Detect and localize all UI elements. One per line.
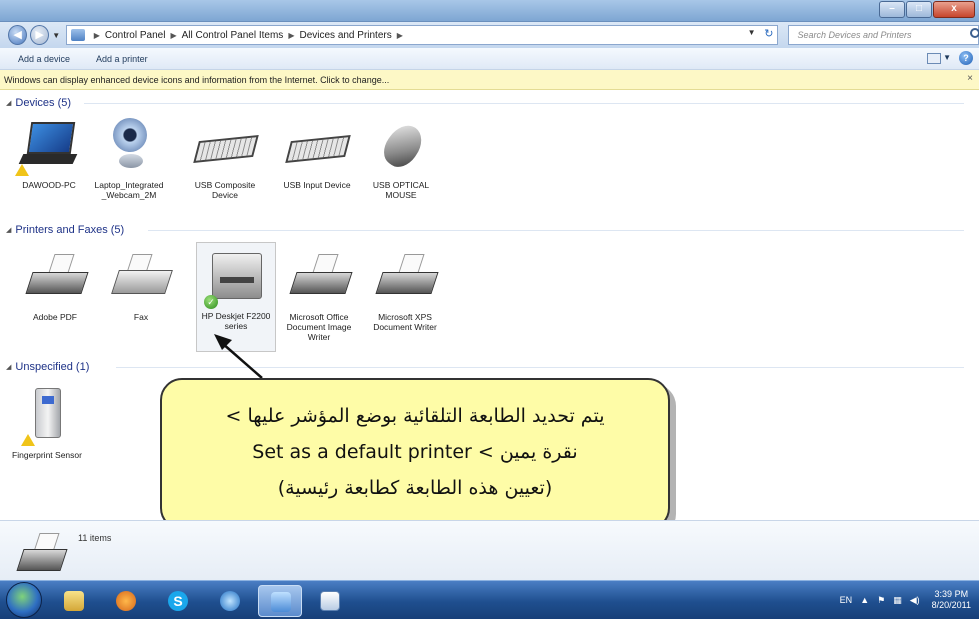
taskbar-control-panel[interactable] [258, 585, 302, 617]
search-icon[interactable] [969, 28, 979, 38]
device-item[interactable]: DAWOOD-PC [14, 116, 84, 190]
printer-icon [16, 533, 68, 573]
add-device-button[interactable]: Add a device [18, 54, 70, 64]
device-item[interactable]: USB Input Device [282, 116, 352, 190]
volume-icon[interactable]: ◀) [910, 595, 920, 606]
control-panel-icon [271, 592, 291, 612]
printer-icon [21, 248, 89, 310]
minimize-button[interactable]: – [879, 1, 905, 18]
help-icon[interactable]: ? [959, 51, 973, 65]
recent-pages-dropdown[interactable]: ▼ [52, 31, 62, 40]
printer-item-selected[interactable]: ✓ HP Deskjet F2200 series [196, 242, 276, 352]
laptop-icon [15, 116, 83, 178]
item-count: 11 items [78, 533, 112, 543]
caption-buttons: – □ x [878, 1, 975, 18]
folder-icon [64, 591, 84, 611]
add-printer-button[interactable]: Add a printer [96, 54, 148, 64]
printer-icon: ✓ [202, 247, 270, 309]
maximize-button[interactable]: □ [906, 1, 932, 18]
skype-icon: S [168, 591, 188, 611]
address-row: ◀ ▶ ▼ ▶ Control Panel ▶ All Control Pane… [0, 22, 979, 48]
divider [148, 230, 964, 231]
printer-item[interactable]: Microsoft XPS Document Writer [370, 248, 440, 332]
address-bar[interactable]: ▶ Control Panel ▶ All Control Panel Item… [65, 25, 779, 45]
forward-button[interactable]: ▶ [30, 25, 50, 45]
chevron-up-icon[interactable]: ▲ [860, 595, 869, 605]
paint-icon [320, 591, 340, 611]
device-item[interactable]: USB OPTICAL MOUSE [366, 116, 436, 200]
collapse-icon[interactable]: ◢ [6, 226, 11, 234]
command-bar: Add a device Add a printer ▼ ? [0, 48, 979, 70]
start-button[interactable] [6, 582, 42, 618]
taskbar-internet-explorer[interactable] [208, 585, 252, 617]
info-bar[interactable]: Windows can display enhanced device icon… [0, 70, 979, 90]
default-check-icon: ✓ [204, 295, 218, 309]
refresh-icon[interactable]: ↻ [764, 27, 773, 40]
divider [84, 103, 964, 104]
close-icon[interactable]: × [967, 73, 973, 84]
group-header-unspecified[interactable]: ◢ Unspecified (1) [6, 360, 964, 374]
fax-icon [107, 248, 175, 310]
group-header-devices[interactable]: ◢ Devices (5) [6, 96, 964, 110]
printer-item[interactable]: Adobe PDF [20, 248, 90, 322]
title-bar: – □ x [0, 0, 979, 22]
printer-icon [371, 248, 439, 310]
media-player-icon [116, 591, 136, 611]
info-bar-text: Windows can display enhanced device icon… [4, 75, 390, 85]
chevron-right-icon[interactable]: ▶ [94, 31, 100, 40]
printer-item[interactable]: Microsoft Office Document Image Writer [284, 248, 354, 342]
internet-explorer-icon [220, 591, 240, 611]
collapse-icon[interactable]: ◢ [6, 99, 11, 107]
printer-item[interactable]: Fax [106, 248, 176, 322]
search-input[interactable]: Search Devices and Printers [788, 25, 979, 45]
language-indicator[interactable]: EN [840, 595, 853, 605]
control-panel-icon [70, 29, 85, 41]
device-item[interactable]: Fingerprint Sensor [12, 386, 82, 460]
warning-icon [21, 434, 35, 446]
breadcrumb-control-panel[interactable]: Control Panel [105, 30, 166, 41]
taskbar-windows-explorer[interactable] [52, 585, 96, 617]
fingerprint-sensor-icon [13, 386, 81, 448]
warning-icon [15, 164, 29, 176]
mouse-icon [367, 116, 435, 178]
callout-line: (تعيين هذه الطابعة كطابعة رئيسية) [277, 477, 553, 499]
chevron-down-icon[interactable]: ▼ [943, 53, 951, 62]
chevron-right-icon[interactable]: ▶ [170, 31, 176, 40]
taskbar-media-player[interactable] [104, 585, 148, 617]
taskbar-paint[interactable] [308, 585, 352, 617]
group-header-printers[interactable]: ◢ Printers and Faxes (5) [6, 223, 964, 237]
back-button[interactable]: ◀ [8, 25, 28, 45]
device-item[interactable]: Laptop_Integrated_Webcam_2M [94, 116, 164, 200]
system-tray: EN ▲ ⚑ ▦ ◀) 3:39 PM 8/20/2011 [832, 589, 971, 611]
breadcrumb-devices-printers[interactable]: Devices and Printers [299, 30, 391, 41]
divider [116, 367, 964, 368]
annotation-callout: يتم تحديد الطابعة التلقائية بوضع المؤشر … [160, 378, 670, 530]
taskbar: S EN ▲ ⚑ ▦ ◀) 3:39 PM 8/20/2011 [0, 580, 979, 619]
details-pane: 11 items [0, 520, 979, 580]
collapse-icon[interactable]: ◢ [6, 363, 11, 371]
keyboard-icon [191, 116, 259, 178]
printer-icon [285, 248, 353, 310]
action-center-icon[interactable]: ⚑ [877, 595, 885, 606]
device-item[interactable]: USB Composite Device [190, 116, 260, 200]
view-options-icon[interactable] [927, 53, 941, 64]
network-icon[interactable]: ▦ [893, 595, 902, 606]
address-dropdown-icon[interactable]: ▼ [748, 28, 756, 37]
breadcrumb-all-items[interactable]: All Control Panel Items [182, 30, 284, 41]
callout-line: نقرة يمين > Set as a default printer [252, 441, 578, 463]
clock[interactable]: 3:39 PM 8/20/2011 [932, 589, 971, 611]
taskbar-skype[interactable]: S [156, 585, 200, 617]
keyboard-icon [283, 116, 351, 178]
callout-line: يتم تحديد الطابعة التلقائية بوضع المؤشر … [225, 405, 605, 427]
chevron-right-icon[interactable]: ▶ [288, 31, 294, 40]
close-button[interactable]: x [933, 1, 975, 18]
webcam-icon [95, 116, 163, 178]
chevron-right-icon[interactable]: ▶ [397, 31, 403, 40]
